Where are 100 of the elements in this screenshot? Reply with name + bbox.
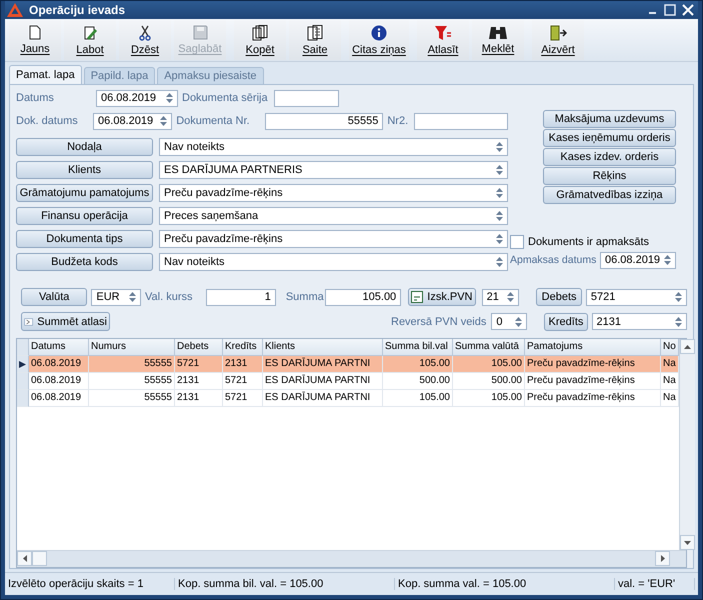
column-header[interactable]: Summa bil.val [383,339,453,356]
spinner-icon[interactable] [496,142,503,152]
column-header[interactable]: Numurs [89,339,175,356]
date-field[interactable]: 06.08.2019 [96,90,178,106]
tab[interactable]: Pamat. lapa [9,65,82,84]
column-header[interactable]: Summa valūtā [453,339,525,356]
combo-box[interactable]: 2131 [592,313,687,330]
table-cell: Preču pavadzīme-rēķins [525,373,661,390]
combo-box[interactable]: Preču pavadzīme-rēķins [159,184,508,202]
combo-box[interactable]: 0 [491,313,528,330]
combo-box[interactable]: Nav noteikts [159,253,508,271]
spinner-icon[interactable] [515,316,522,326]
status-text: Izvēlēto operāciju skaits = 1 [5,578,175,590]
field-label: Dokumenta Nr. [176,115,251,127]
sum-selection-button[interactable]: Summēt atlasi [21,312,110,331]
lookup-button[interactable]: Nodaļa [16,138,153,156]
document-button[interactable]: Grāmatvedības izziņa [543,186,676,204]
scroll-right-icon[interactable] [660,555,664,562]
spinner-icon[interactable] [496,188,503,198]
combo-box[interactable]: Nav noteikts [159,138,508,156]
table-cell: 55555 [89,373,175,390]
spinner-icon[interactable] [675,292,682,302]
table-cell: 500.00 [453,373,525,390]
field-label: Reversā PVN veids [391,316,486,328]
row-indicator[interactable] [17,356,29,373]
maximize-icon[interactable] [664,4,676,16]
lookup-button[interactable]: Grāmatojumu pamatojums [16,184,153,202]
input-field[interactable] [274,90,339,106]
grid-row[interactable]: 06.08.2019 55555 5721 2131 ES DARĪJUMA PARTNI 105.00 105.00 Preču pavadzīme-rēķins Na [17,356,679,373]
combo-box[interactable]: ES DARĪJUMA PARTNERIS [159,161,508,179]
table-cell: Na [661,356,679,373]
column-header[interactable]: Datums [29,339,89,356]
horizontal-scrollbar[interactable] [17,550,686,567]
checkbox[interactable] [510,235,524,249]
currency-button[interactable]: Valūta [21,288,88,306]
table-cell: 06.08.2019 [29,356,89,373]
vertical-scrollbar[interactable] [679,339,695,550]
combo-box[interactable]: Preces saņemšana [159,207,508,225]
lookup-button[interactable]: Dokumenta tips [16,230,153,248]
document-button[interactable]: Kases ieņēmumu orderis [543,129,676,147]
date-field[interactable]: 06.08.2019 [600,252,676,268]
lookup-button[interactable]: Finansu operācija [16,207,153,225]
combo-box[interactable]: 21 [482,288,520,306]
document-button[interactable]: Maksājuma uzdevums [543,110,676,128]
field-label: Val. kurss [145,291,194,303]
spinner-icon[interactable] [496,234,503,244]
column-header[interactable]: Pamatojums [525,339,661,356]
grid-row[interactable]: 06.08.2019 55555 2131 5721 ES DARĪJUMA PARTNI 500.00 500.00 Preču pavadzīme-rēķins Na [17,373,679,390]
spinner-icon[interactable] [160,116,168,126]
spinner-icon[interactable] [496,211,503,221]
debit-button[interactable]: Debets [536,288,582,306]
column-header[interactable]: Kredīts [223,339,263,356]
input-field[interactable]: 1 [206,288,276,306]
close-icon[interactable] [682,4,694,16]
spinner-icon[interactable] [496,257,503,267]
column-header[interactable]: Debets [175,339,223,356]
table-cell: ES DARĪJUMA PARTNI [263,356,383,373]
field-label: Dokumenta sērija [182,92,269,104]
credit-button[interactable]: Kredīts [544,312,588,330]
grid-row[interactable]: 06.08.2019 55555 2131 5721 ES DARĪJUMA PARTNI 105.00 105.00 Preču pavadzīme-rēķins Na [17,390,679,407]
lookup-button[interactable]: Budžeta kods [16,253,153,271]
input-field[interactable]: 55555 [264,112,384,130]
table-cell: 500.00 [383,373,453,390]
table-cell: Na [661,373,679,390]
vat-button[interactable]: Izsk.PVN [408,288,476,306]
exit-door-icon [549,24,567,40]
column-header[interactable]: No [661,339,679,356]
scroll-up-icon[interactable] [684,344,691,348]
table-cell: 105.00 [383,390,453,407]
input-field[interactable]: 105.00 [324,288,402,306]
spinner-icon[interactable] [496,165,503,175]
combo-box[interactable]: EUR [91,288,142,306]
table-cell: 06.08.2019 [29,390,89,407]
combo-box[interactable]: 5721 [586,288,687,306]
lookup-button[interactable]: Klients [16,161,153,179]
window-title: Operāciju ievads [29,3,126,17]
input-field[interactable] [414,112,508,130]
spinner-icon[interactable] [507,292,514,302]
document-button[interactable]: Kases izdev. orderis [543,148,676,166]
table-cell: 5721 [223,390,263,407]
table-cell: 55555 [89,356,175,373]
field-label: Datums [16,92,55,104]
date-field[interactable]: 06.08.2019 [93,112,172,130]
table-cell: 105.00 [453,390,525,407]
spinner-icon[interactable] [129,292,136,302]
scroll-left-icon[interactable] [22,555,26,562]
field-label: Nr2. [387,115,410,127]
scroll-thumb[interactable] [32,551,47,566]
document-button[interactable]: Rēķins [543,167,676,185]
spinner-icon[interactable] [166,93,173,103]
spinner-icon[interactable] [675,316,682,326]
scroll-down-icon[interactable] [684,540,691,544]
sum-sign-icon [24,316,34,328]
table-cell: Preču pavadzīme-rēķins [525,390,661,407]
field-label: Apmaksas datums [510,254,598,266]
combo-box[interactable]: Preču pavadzīme-rēķins [159,230,508,248]
column-header[interactable]: Klients [263,339,383,356]
checkbox-label: Dokuments ir apmaksāts [528,236,650,248]
spinner-icon[interactable] [664,255,671,265]
document-icon [29,25,41,40]
